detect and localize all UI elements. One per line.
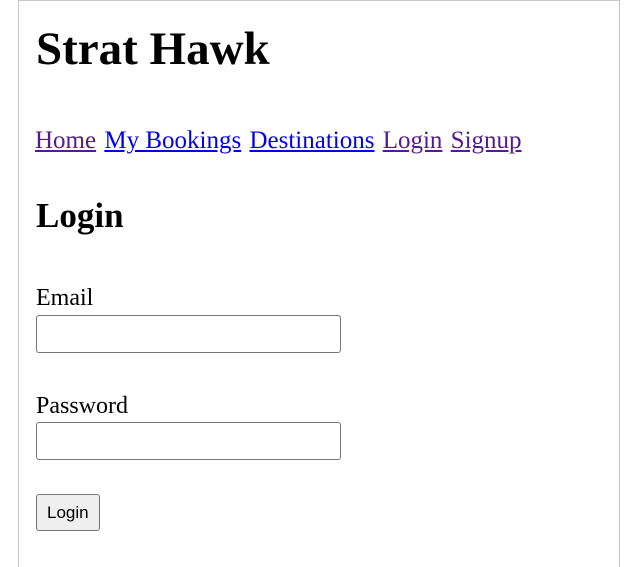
nav-link-destinations[interactable]: Destinations [249,127,374,154]
browser-viewport: Strat Hawk Home My Bookings Destinations… [18,0,620,567]
main-nav: Home My Bookings Destinations Login Sign… [35,126,524,156]
email-field[interactable] [36,315,341,353]
nav-link-home[interactable]: Home [35,127,96,154]
password-field[interactable] [36,422,341,460]
login-button[interactable]: Login [36,494,100,531]
nav-link-login[interactable]: Login [383,127,443,154]
login-heading: Login [36,196,124,235]
password-label: Password [36,393,129,419]
nav-link-signup[interactable]: Signup [451,127,522,154]
site-title: Strat Hawk [36,23,270,75]
email-label: Email [36,285,94,311]
nav-link-my-bookings[interactable]: My Bookings [104,127,241,154]
